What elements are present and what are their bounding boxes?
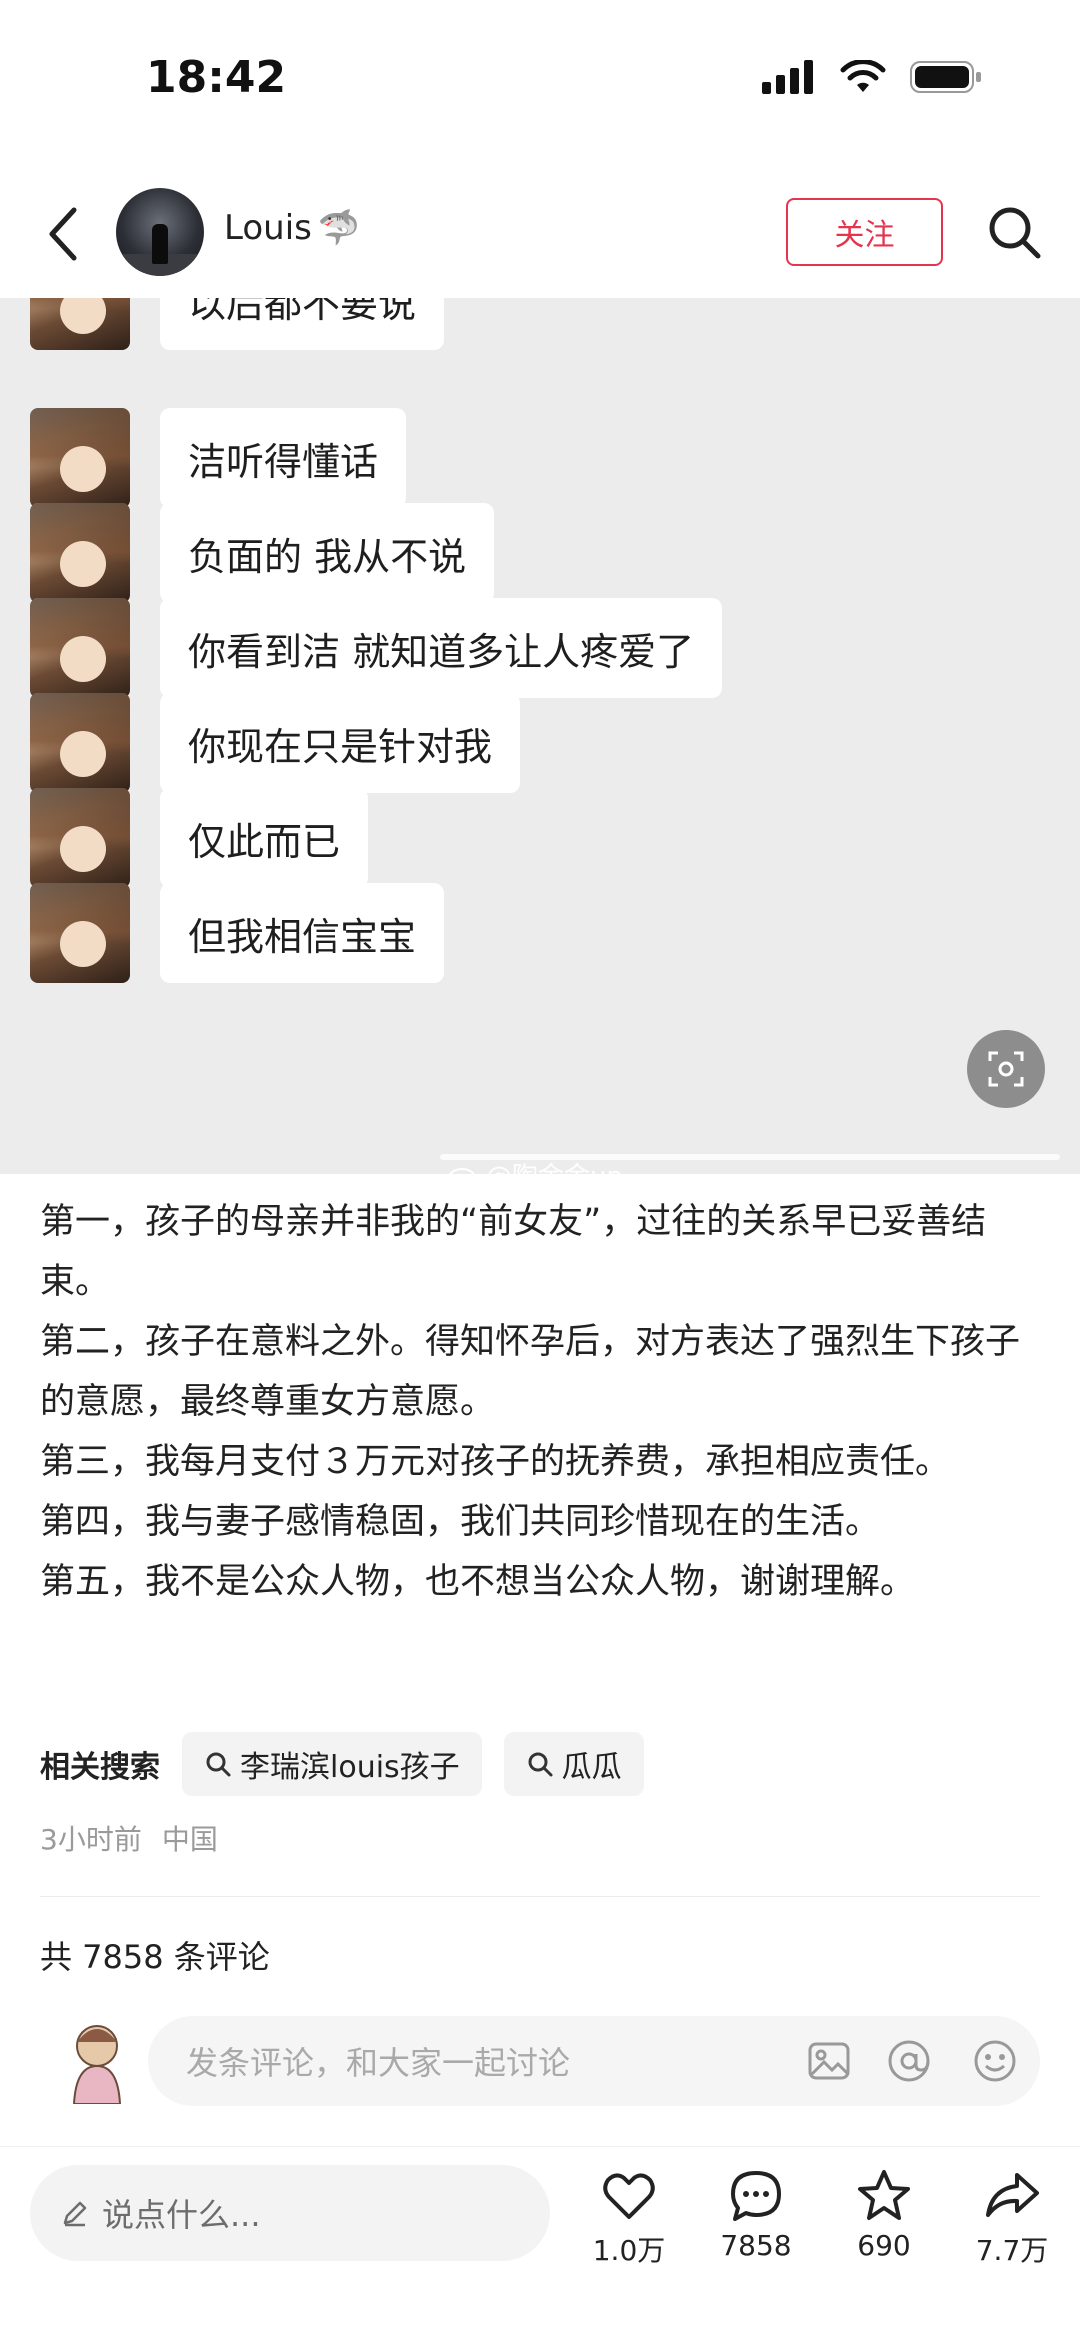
comment-count: 共 7858 条评论 <box>40 1938 270 1976</box>
comment-button[interactable]: 7858 <box>706 2167 806 2262</box>
related-chip-text: 李瑞滨louis孩子 <box>240 1750 460 1785</box>
follow-button[interactable]: 关注 <box>786 198 943 266</box>
battery-icon <box>910 61 981 93</box>
related-chip[interactable]: 李瑞滨louis孩子 <box>182 1732 482 1796</box>
image-scan-button[interactable] <box>967 1030 1045 1108</box>
search-icon <box>528 1752 553 1777</box>
post-paragraph: 第四，我与妻子感情稳固，我们共同珍惜现在的生活。 <box>40 1502 881 1542</box>
post-content: 第一，孩子的母亲并非我的“前女友”，过往的关系早已妥善结束。 第二，孩子在意料之… <box>40 1192 1050 1612</box>
shark-emoji-icon: 🦈 <box>317 208 361 248</box>
say-placeholder: 说点什么... <box>102 2196 261 2234</box>
say-something-input[interactable]: 说点什么... <box>30 2165 550 2261</box>
heart-icon <box>603 2173 655 2219</box>
author-name-text: Louis <box>224 208 312 248</box>
post-paragraph: 第二，孩子在意料之外。得知怀孕后，对方表达了强烈生下孩子的意愿，最终尊重女方意愿… <box>40 1322 1021 1422</box>
emoji-icon[interactable] <box>972 2038 1018 2084</box>
post-time: 3小时前 <box>40 1823 142 1856</box>
like-count: 1.0万 <box>592 2234 666 2267</box>
post-paragraph: 第五，我不是公众人物，也不想当公众人物，谢谢理解。 <box>40 1562 916 1602</box>
chat-avatar <box>30 298 130 350</box>
signal-icon <box>762 60 813 94</box>
back-icon[interactable] <box>42 204 86 264</box>
post-image[interactable]: 以后都不要说 <box>0 298 1080 1174</box>
pencil-icon <box>63 2201 87 2227</box>
related-label: 相关搜索 <box>40 1750 160 1785</box>
chat-bubble: 以后都不要说 <box>160 298 445 350</box>
author-avatar[interactable] <box>116 188 204 276</box>
like-button[interactable]: 1.0万 <box>579 2167 679 2269</box>
chat-message: 以后都不要说 <box>30 298 445 350</box>
share-icon <box>986 2173 1039 2217</box>
bottom-bar: 说点什么... 1.0万 7858 690 7.7万 <box>0 2146 1080 2347</box>
comment-input-row: 发条评论，和大家一起讨论 <box>0 2016 1080 2106</box>
author-name[interactable]: Louis 🦈 <box>224 208 360 248</box>
related-chip-text: 瓜瓜 <box>561 1750 622 1785</box>
status-time: 18:42 <box>146 52 287 103</box>
status-bar: 18:42 <box>0 0 1080 160</box>
related-chip[interactable]: 瓜瓜 <box>503 1732 644 1796</box>
comment-input-placeholder: 发条评论，和大家一起讨论 <box>186 2044 571 2082</box>
search-icon <box>206 1752 231 1777</box>
post-location: 中国 <box>161 1823 218 1856</box>
wifi-icon <box>840 60 886 92</box>
scan-icon <box>988 1051 1024 1087</box>
comment-count-bottom: 7858 <box>720 2229 792 2262</box>
my-avatar[interactable] <box>60 2020 134 2104</box>
post-paragraph: 第三，我每月支付３万元对孩子的抚养费，承担相应责任。 <box>40 1442 951 1482</box>
related-searches: 相关搜索 李瑞滨louis孩子 瓜瓜 <box>40 1732 666 1796</box>
comment-icon <box>731 2171 781 2221</box>
share-button[interactable]: 7.7万 <box>962 2167 1062 2269</box>
search-icon[interactable] <box>986 204 1042 260</box>
favorite-count: 690 <box>857 2229 911 2262</box>
post-meta: 3小时前 中国 <box>40 1818 218 1858</box>
post-paragraph: 第一，孩子的母亲并非我的“前女友”，过往的关系早已妥善结束。 <box>40 1202 987 1302</box>
share-count: 7.7万 <box>975 2234 1049 2267</box>
image-icon[interactable] <box>806 2038 852 2084</box>
post-header: Louis 🦈 关注 <box>0 160 1080 298</box>
divider <box>40 1896 1040 1897</box>
star-icon <box>858 2170 910 2220</box>
mention-icon[interactable] <box>886 2038 932 2084</box>
status-icons <box>762 60 982 94</box>
favorite-button[interactable]: 690 <box>834 2167 934 2262</box>
